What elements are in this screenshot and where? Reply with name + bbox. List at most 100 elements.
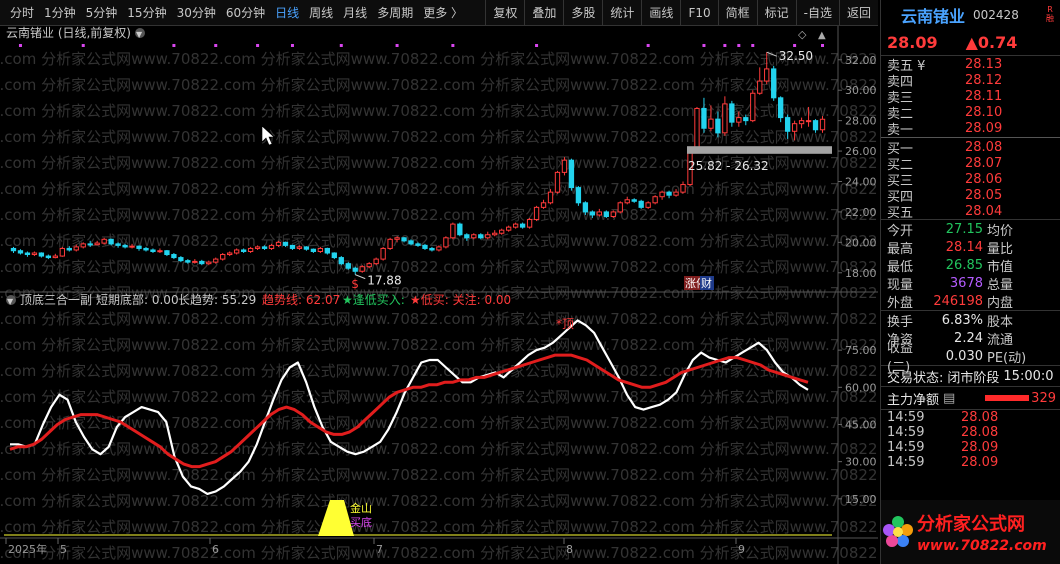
- tick-price: 28.09: [961, 440, 999, 455]
- candle-body: [52, 255, 58, 259]
- candle-body: [499, 229, 505, 234]
- ask-row[interactable]: 卖一 28.09: [881, 120, 1060, 138]
- tick-price: 28.08: [961, 425, 999, 440]
- tool-button-4[interactable]: 画线: [641, 0, 680, 26]
- sub-y-tick-label: 15.00: [845, 493, 877, 506]
- timeframe-tab-10[interactable]: 更多 〉: [419, 0, 467, 26]
- candle-body: [10, 247, 17, 252]
- candle-body: [659, 191, 665, 198]
- candle-body: [213, 258, 219, 263]
- timeframe-tab-8[interactable]: 月线: [339, 0, 371, 26]
- quote-row: 最低 26.85 市值: [881, 256, 1060, 275]
- quote-value: 28.14: [945, 239, 983, 255]
- candle-body: [617, 202, 623, 213]
- indicator-legend-item: 短期底部: 0.00: [96, 292, 179, 307]
- timeframe-tab-1[interactable]: 1分钟: [40, 0, 80, 26]
- candle-body: [324, 247, 330, 254]
- tool-button-2[interactable]: 多股: [563, 0, 602, 26]
- indicator-legend-item: 长趋势: 55.29: [178, 293, 256, 307]
- orderbook-price: 28.06: [965, 171, 1003, 187]
- orderbook-price: 28.05: [965, 187, 1003, 203]
- candle-body: [778, 97, 784, 119]
- candle-body: [708, 118, 714, 129]
- candle-body: [38, 252, 45, 257]
- top-toolbar: 分时 1分钟 5分钟 15分钟 30分钟 60分钟 日线 周线 月线 多周期 更多 〉 复权 叠加 多股…: [0, 0, 878, 26]
- candle-body: [540, 202, 547, 208]
- candle-body: [526, 219, 533, 228]
- candle-body: [694, 107, 700, 149]
- timeframe-tab-9[interactable]: 多周期: [373, 0, 417, 26]
- candle-body: [485, 234, 491, 239]
- watermark-text: 2.com 分析家公式网www.70822.com 分析家公式网www.7082…: [0, 206, 878, 224]
- candle-body: [603, 211, 609, 217]
- tool-button-1[interactable]: 叠加: [524, 0, 563, 26]
- bid-row[interactable]: 买五 28.04: [881, 203, 1060, 221]
- orderbook-price: 28.07: [965, 155, 1003, 171]
- timeframe-tab-0[interactable]: 分时: [6, 0, 38, 26]
- candle-body: [66, 247, 72, 251]
- quote-label-2: 内盘: [987, 295, 1014, 311]
- y-tick-label: 18.00: [845, 267, 877, 280]
- signal-marker: [793, 44, 797, 47]
- timeframe-tab-7[interactable]: 周线: [305, 0, 337, 26]
- timeframe-tab-4[interactable]: 30分钟: [173, 0, 220, 26]
- tool-button-5[interactable]: F10: [680, 0, 717, 26]
- candle-body: [666, 191, 672, 196]
- candle-body: [338, 257, 344, 265]
- tool-button-0[interactable]: 复权: [485, 0, 524, 26]
- tool-button-7[interactable]: 标记: [756, 0, 796, 26]
- tool-button-3[interactable]: 统计: [602, 0, 641, 26]
- quote-value: 6.83%: [941, 312, 983, 328]
- quote-label-2: 市值: [987, 259, 1014, 275]
- stock-tags: R 融: [1046, 5, 1054, 23]
- candle-body: [345, 263, 351, 269]
- candle-body: [380, 247, 386, 260]
- timeframe-tab-3[interactable]: 15分钟: [123, 0, 170, 26]
- candle-body: [673, 191, 679, 196]
- quote-value: 0.030: [945, 348, 983, 364]
- candle-body: [645, 202, 651, 208]
- timeframe-tab-6[interactable]: 日线: [271, 0, 303, 26]
- quote-row: 外盘 246198 内盘: [881, 292, 1060, 311]
- candle-body: [638, 200, 644, 208]
- indicator-title: 顶底三合一副: [20, 292, 92, 307]
- watermark-text: 2.com 分析家公式网www.70822.com 分析家公式网www.7082…: [0, 440, 878, 458]
- candle-body: [791, 123, 798, 132]
- signal-marker: [81, 44, 85, 47]
- net-flow-row[interactable]: 主力净额 ▤ 329: [881, 387, 1060, 409]
- tick-row: 14:59 28.09: [881, 440, 1060, 455]
- signal-marker: [395, 44, 399, 47]
- candle-body: [45, 255, 52, 259]
- timeframe-tab-2[interactable]: 5分钟: [82, 0, 122, 26]
- list-icon[interactable]: ▤: [943, 391, 955, 406]
- tool-button-6[interactable]: 简框: [717, 0, 757, 26]
- candle-body: [296, 246, 303, 249]
- candle-body: [443, 237, 449, 248]
- tool-button-9[interactable]: 返回: [838, 0, 878, 26]
- chart-area[interactable]: 2.com 分析家公式网www.70822.com 分析家公式网www.7082…: [0, 26, 878, 564]
- stock-name[interactable]: 云南锗业: [901, 3, 965, 27]
- tick-row: 14:59 28.08: [881, 410, 1060, 425]
- candle-body: [143, 247, 149, 251]
- low-label: 17.88: [367, 274, 401, 288]
- candle-body: [227, 252, 233, 256]
- candle-body: [261, 246, 268, 249]
- candle-body: [568, 159, 575, 189]
- timeframe-tab-5[interactable]: 60分钟: [222, 0, 269, 26]
- signal-marker: [723, 44, 727, 47]
- candle-body: [359, 266, 365, 272]
- x-tick-label: 8: [566, 543, 573, 556]
- watermark-text: 2.com 分析家公式网www.70822.com 分析家公式网www.7082…: [0, 518, 878, 536]
- tool-button-8[interactable]: -自选: [795, 0, 839, 26]
- candle-body: [275, 241, 282, 246]
- tick-time: 14:59: [887, 425, 925, 440]
- site-logo: 分析家公式网 www.70822.com: [881, 500, 1060, 564]
- tick-time: 14:59: [887, 410, 925, 425]
- y-tick-label: 22.00: [845, 206, 877, 219]
- gap-band-label: 25.82 - 26.32: [688, 159, 769, 173]
- signal-marker: [256, 44, 260, 47]
- candle-body: [164, 250, 170, 256]
- candle-body: [17, 250, 24, 254]
- candle-body: [492, 232, 498, 236]
- chart-svg[interactable]: 2.com 分析家公式网www.70822.com 分析家公式网www.7082…: [0, 26, 878, 564]
